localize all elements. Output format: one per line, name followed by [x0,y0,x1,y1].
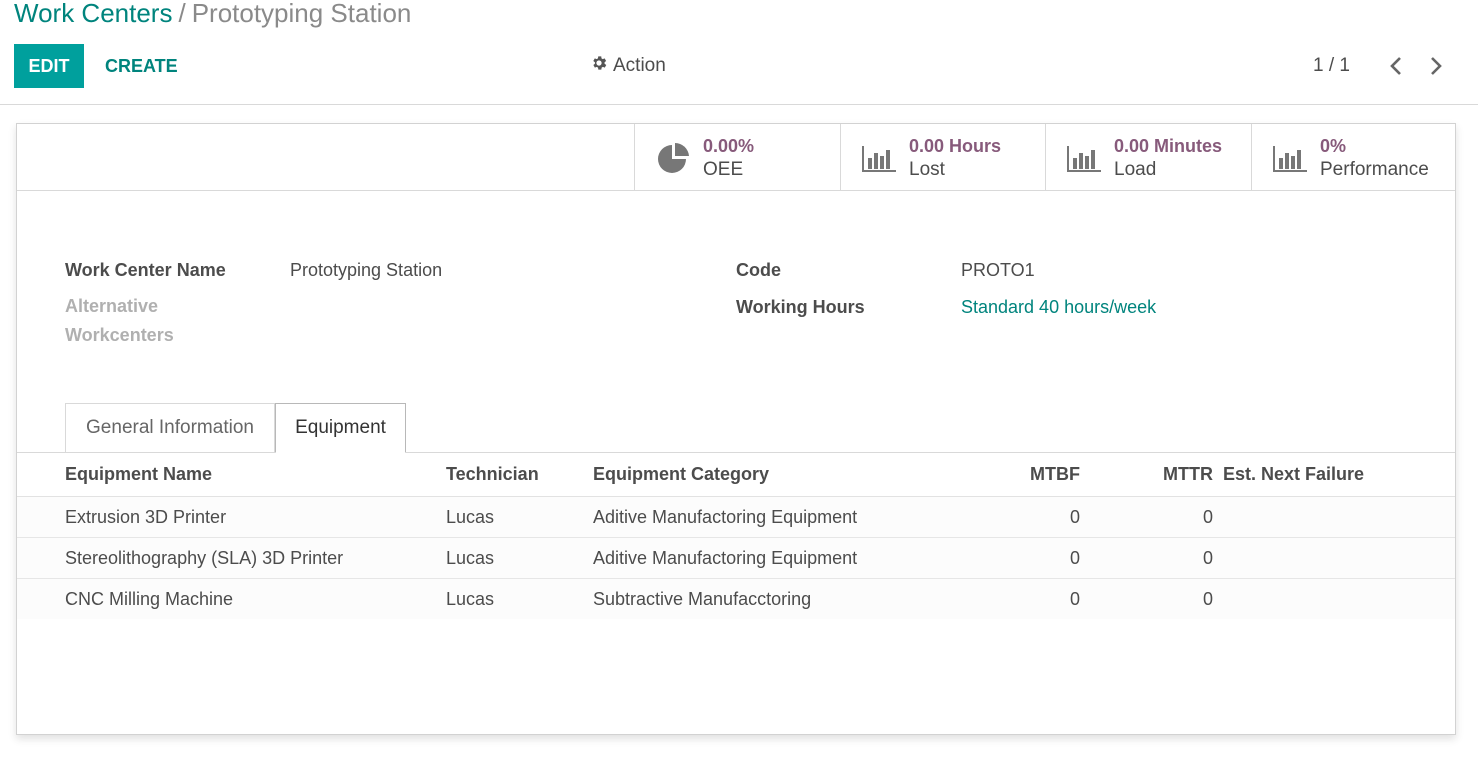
equipment-name-cell: Extrusion 3D Printer [65,507,227,527]
bar-chart-icon [862,146,896,172]
alternative-workcenters-label: Alternative Workcenters [65,292,174,350]
technician-cell: Lucas [446,548,495,568]
edit-button[interactable]: EDIT [14,44,84,88]
bar-chart-icon [1273,146,1307,172]
pager-previous-button[interactable] [1385,53,1407,79]
mttr-cell: 0 [1202,548,1213,568]
category-cell: Aditive Manufactoring Equipment [593,507,858,527]
code-label: Code [736,260,781,280]
alternative-label-line2: Workcenters [65,325,174,345]
technician-cell: Lucas [446,589,495,609]
lost-stat-button[interactable]: 0.00 Hours Lost [840,124,1045,190]
gear-icon [590,54,608,78]
work-center-name-label: Work Center Name [65,260,226,280]
category-cell: Subtractive Manufacctoring [593,589,812,609]
alternative-label-line1: Alternative [65,296,159,316]
oee-stat-button[interactable]: 0.00% OEE [634,124,840,190]
equipment-table-header: Equipment Name Technician Equipment Cate… [17,452,1455,497]
technician-cell: Lucas [446,507,495,527]
alternative-workcenters-field[interactable] [290,292,670,350]
table-row[interactable]: Stereolithography (SLA) 3D Printer Lucas… [17,538,1455,579]
performance-value: 0% [1320,136,1347,156]
chevron-left-icon [1390,57,1401,75]
lost-label: Lost [909,159,945,180]
equipment-name-cell: Stereolithography (SLA) 3D Printer [65,548,344,568]
working-hours-link[interactable]: Standard 40 hours/week [961,297,1156,318]
pie-chart-icon [658,142,689,173]
chevron-right-icon [1431,57,1442,75]
stat-button-box: 0.00% OEE 0.00 Hours Lost 0.00 Minutes L… [17,124,1455,191]
breadcrumb-separator: / [178,0,186,28]
create-button[interactable]: CREATE [96,44,187,88]
mttr-cell: 0 [1202,589,1213,609]
form-sheet: 0.00% OEE 0.00 Hours Lost 0.00 Minutes L… [16,123,1456,735]
control-panel: Work Centers / Prototyping Station EDIT CR… [0,0,1478,105]
breadcrumb-work-centers-link[interactable]: Work Centers [14,0,172,28]
breadcrumb-current: Prototyping Station [191,0,412,28]
table-row[interactable]: CNC Milling Machine Lucas Subtractive Ma… [17,579,1455,619]
working-hours-label: Working Hours [736,297,865,317]
mtbf-cell: 0 [1069,507,1080,527]
action-dropdown[interactable]: Action [590,54,666,78]
mtbf-cell: 0 [1069,589,1080,609]
action-label: Action [613,55,666,76]
oee-value: 0.00% [703,136,755,156]
breadcrumb: Work Centers / Prototyping Station [14,0,411,30]
oee-label: OEE [703,159,744,180]
work-center-name-value: Prototyping Station [290,260,443,280]
code-value: PROTO1 [961,260,1035,280]
equipment-name-cell: CNC Milling Machine [65,589,234,609]
pager-next-button[interactable] [1425,53,1447,79]
column-mtbf[interactable]: MTBF [980,464,1080,485]
mttr-cell: 0 [1202,507,1213,527]
column-technician[interactable]: Technician [446,464,539,485]
performance-stat-button[interactable]: 0% Performance [1251,124,1455,190]
load-value: 0.00 Minutes [1114,136,1223,156]
bar-chart-icon [1067,146,1101,172]
load-stat-button[interactable]: 0.00 Minutes Load [1045,124,1251,190]
column-equipment-name[interactable]: Equipment Name [65,464,212,485]
mtbf-cell: 0 [1069,548,1080,568]
tab-equipment[interactable]: Equipment [275,403,406,453]
column-mttr[interactable]: MTTR [1113,464,1213,485]
tab-general-information[interactable]: General Information [65,403,275,452]
performance-label: Performance [1320,159,1429,180]
load-label: Load [1114,159,1157,180]
column-equipment-category[interactable]: Equipment Category [593,464,769,485]
lost-value: 0.00 Hours [909,136,1002,156]
table-row[interactable]: Extrusion 3D Printer Lucas Aditive Manuf… [17,497,1455,538]
column-est-next-failure[interactable]: Est. Next Failure [1223,464,1364,485]
category-cell: Aditive Manufactoring Equipment [593,548,858,568]
notebook-tabs: General Information Equipment [17,403,1455,453]
pager-value[interactable]: 1 / 1 [1313,55,1350,77]
